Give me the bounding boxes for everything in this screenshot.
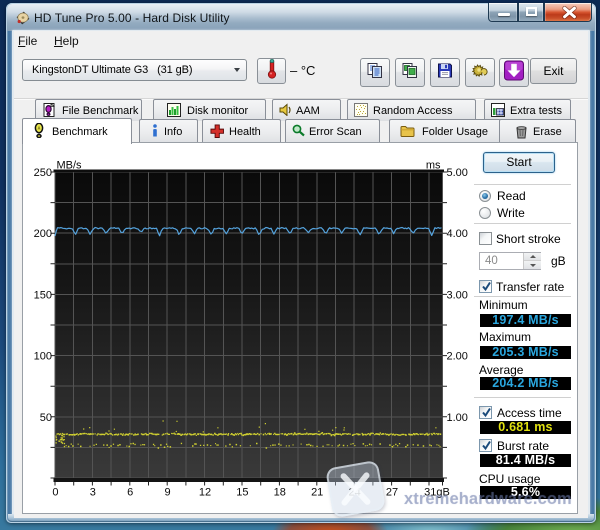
svg-text:100: 100 [34,351,52,363]
svg-text:31gB: 31gB [424,487,450,499]
svg-text:5.00: 5.00 [447,167,468,179]
svg-text:3: 3 [90,487,96,499]
svg-text:3.00: 3.00 [447,289,468,301]
svg-text:9: 9 [165,487,171,499]
svg-text:27: 27 [386,487,398,499]
svg-text:150: 150 [34,289,52,301]
svg-text:12: 12 [199,487,211,499]
svg-text:15: 15 [236,487,248,499]
svg-text:250: 250 [34,167,52,179]
svg-text:2.00: 2.00 [447,351,468,363]
svg-text:6: 6 [127,487,133,499]
svg-text:200: 200 [34,228,52,240]
svg-text:1.00: 1.00 [447,412,468,424]
svg-text:ms: ms [426,160,441,172]
svg-text:4.00: 4.00 [447,228,468,240]
svg-text:24: 24 [348,487,360,499]
svg-text:18: 18 [274,487,286,499]
svg-text:MB/s: MB/s [57,160,83,172]
svg-text:50: 50 [40,412,52,424]
svg-text:0: 0 [52,487,58,499]
svg-text:21: 21 [311,487,323,499]
